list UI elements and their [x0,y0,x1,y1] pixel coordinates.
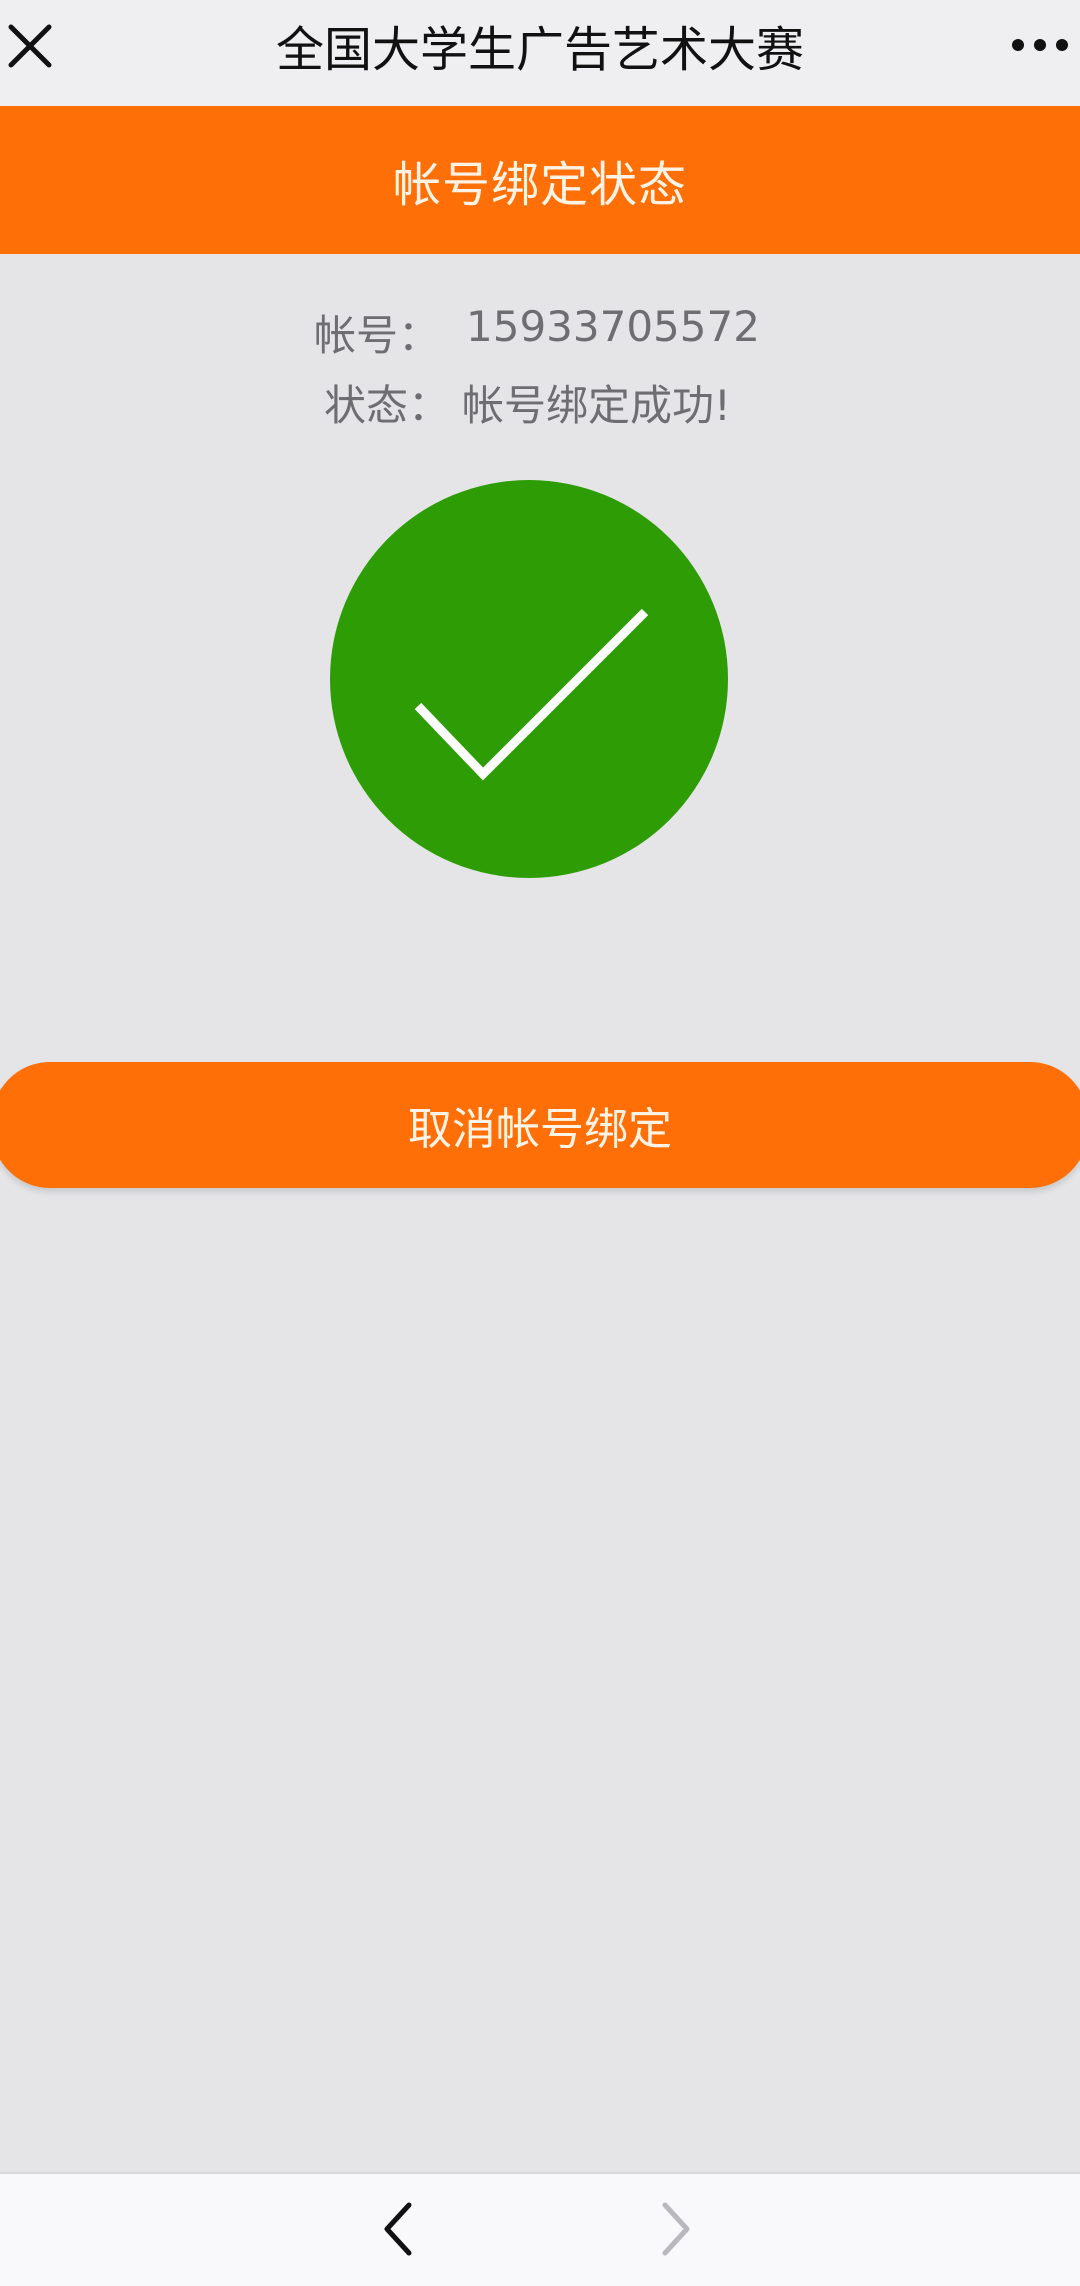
close-button[interactable] [0,0,60,92]
account-label: 帐号： [314,311,441,360]
close-icon [8,24,52,68]
status-header: 帐号绑定状态 [0,106,1080,254]
forward-button[interactable] [646,2194,706,2264]
top-navbar: 全国大学生广告艺术大赛 [0,0,1080,106]
more-button[interactable] [1000,0,1080,90]
chevron-right-icon [662,2202,690,2256]
check-circle-icon [330,480,728,878]
unbind-account-label: 取消帐号绑定 [408,1104,672,1155]
back-button[interactable] [368,2194,428,2264]
bottom-toolbar [0,2172,1080,2286]
check-mark-icon [414,608,649,781]
status-value: 帐号绑定成功! [462,381,731,430]
account-value: 15933705572 [466,302,760,351]
more-icon [1012,39,1068,51]
unbind-account-button[interactable]: 取消帐号绑定 [0,1062,1080,1188]
status-label: 状态： [324,381,451,430]
page-title: 全国大学生广告艺术大赛 [275,22,804,78]
header-title: 帐号绑定状态 [392,157,687,213]
page: 全国大学生广告艺术大赛 帐号绑定状态 帐号： 15933705572 状态： 帐… [0,0,1080,2286]
chevron-left-icon [384,2202,412,2256]
